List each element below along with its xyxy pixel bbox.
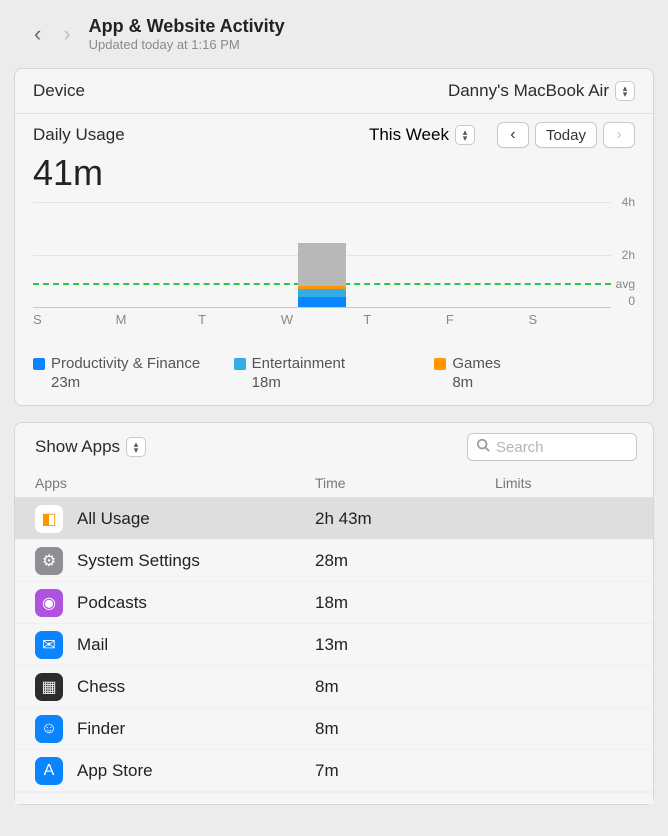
chevron-right-icon: › [616,126,621,144]
forward-button[interactable]: › [63,23,70,45]
legend-value: 18m [252,374,435,391]
updown-icon: ▴▾ [455,125,475,145]
app-name: Finder [77,719,315,739]
legend-label: Productivity & Finance [51,355,200,372]
show-apps-selector[interactable]: Show Apps ▴▾ [35,437,146,457]
range-controls: This Week ▴▾ ‹ Today › [369,122,635,148]
chevron-left-icon: ‹ [510,126,515,144]
legend-item: Entertainment 18m [234,355,435,391]
table-row[interactable]: ▦ Chess8m [15,666,653,708]
app-time: 28m [315,551,495,571]
chart-x-axis: SMTWTFS [33,312,611,327]
app-icon: ▦ [35,673,63,701]
daily-usage-label: Daily Usage [33,125,125,145]
table-row[interactable]: A App Store7m [15,750,653,792]
search-field[interactable] [467,433,637,461]
legend-item: Productivity & Finance 23m [33,355,234,391]
app-name: All Usage [77,509,315,529]
chart-y-axis: 02h4havg [611,202,635,308]
search-icon [476,438,490,457]
app-time: 8m [315,677,495,697]
page-title: App & Website Activity [89,16,285,37]
usage-chart: 02h4havg [33,202,635,308]
app-name: System Settings [77,551,315,571]
range-selector[interactable]: This Week ▴▾ [369,125,475,145]
device-row: Device Danny's MacBook Air ▴▾ [33,81,635,101]
legend-item: Games 8m [434,355,635,391]
table-row[interactable]: ☺ Finder8m [15,708,653,750]
app-icon: ◉ [35,589,63,617]
device-label: Device [33,81,85,101]
range-value: This Week [369,125,449,145]
header-time: Time [315,475,495,491]
chart-plot [33,202,611,308]
apps-list: ◧ All Usage2h 43m ⚙ System Settings28m ◉ Podc… [15,497,653,804]
next-week-button[interactable]: › [603,122,635,148]
divider [15,113,653,114]
app-name: Mail [77,635,315,655]
search-input[interactable] [496,439,628,456]
app-time: 2h 43m [315,509,495,529]
table-row[interactable]: ◉ Podcasts18m [15,582,653,624]
header-bar: ‹ › App & Website Activity Updated today… [28,16,654,58]
app-time: 7m [315,761,495,781]
legend-label: Entertainment [252,355,345,372]
app-time: 18m [315,593,495,613]
apps-table-header: Apps Time Limits [15,471,653,497]
updown-icon: ▴▾ [126,437,146,457]
legend-swatch [234,358,246,370]
chart-legend: Productivity & Finance 23m Entertainment 18… [33,355,635,391]
legend-swatch [33,358,45,370]
nav-arrows: ‹ › [34,23,71,45]
app-time: 8m [315,719,495,739]
app-icon: ☺ [35,715,63,743]
app-icon: ✉ [35,631,63,659]
table-row[interactable]: ✉ Mail13m [15,624,653,666]
prev-week-button[interactable]: ‹ [497,122,529,148]
usage-card: Device Danny's MacBook Air ▴▾ Daily Usag… [14,68,654,406]
today-label: Today [546,127,586,144]
updated-subtitle: Updated today at 1:16 PM [89,37,285,52]
legend-value: 23m [51,374,234,391]
legend-swatch [434,358,446,370]
table-row[interactable]: ◧ All Usage2h 43m [15,498,653,540]
app-name: Chess [77,677,315,697]
app-icon: ◧ [35,505,63,533]
app-icon: ⚙ [35,547,63,575]
device-selector[interactable]: Danny's MacBook Air ▴▾ [448,81,635,101]
app-icon: A [35,757,63,785]
today-button[interactable]: Today [535,122,597,148]
legend-value: 8m [452,374,635,391]
screen-time-window: ‹ › App & Website Activity Updated today… [0,0,668,836]
total-time: 41m [33,152,635,194]
daily-usage-row: Daily Usage This Week ▴▾ ‹ Today › [33,122,635,148]
table-row[interactable]: ⚙ System Settings28m [15,540,653,582]
app-time: 13m [315,635,495,655]
legend-label: Games [452,355,500,372]
header-limits: Limits [495,475,633,491]
back-button[interactable]: ‹ [34,23,41,45]
apps-card: Show Apps ▴▾ Apps Time Limits ◧ All Usage… [14,422,654,805]
app-name: App Store [77,761,315,781]
show-apps-label: Show Apps [35,437,120,457]
device-value: Danny's MacBook Air [448,81,609,101]
app-name: Podcasts [77,593,315,613]
header-apps: Apps [35,475,315,491]
updown-icon: ▴▾ [615,81,635,101]
